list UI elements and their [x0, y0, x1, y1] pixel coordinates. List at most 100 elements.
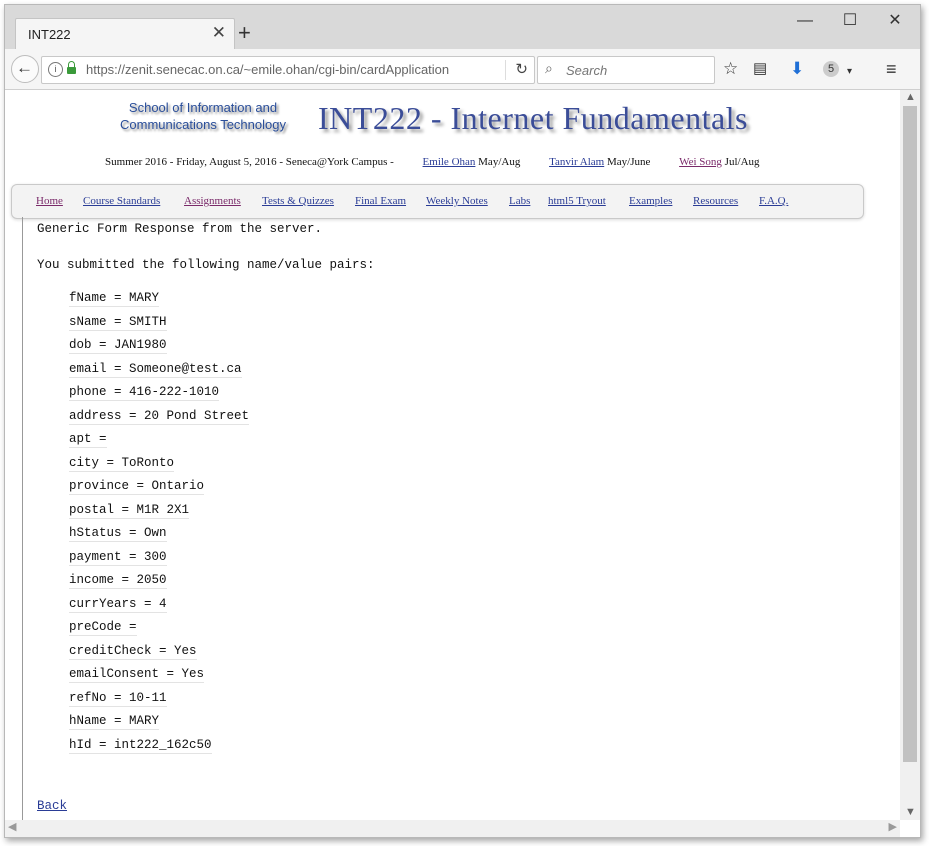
pair-refno: refNo = 10-11 [69, 690, 167, 707]
pair-postal: postal = M1R 2X1 [69, 502, 190, 519]
search-box[interactable]: ⌕ [537, 56, 715, 84]
nav-home[interactable]: Home [36, 195, 63, 207]
pair-hname: hName = MARY [69, 714, 160, 730]
address-bar[interactable]: i https://zenit.senecac.on.ca/~emile.oha… [41, 56, 535, 84]
list-item: sName = SMITH [69, 315, 249, 339]
scroll-left-icon[interactable]: ◀ [8, 820, 16, 833]
back-button[interactable]: ← [11, 55, 39, 83]
horizontal-scrollbar[interactable]: ◀ ▶ [5, 820, 900, 837]
list-item: postal = M1R 2X1 [69, 503, 249, 527]
page-content: School of Information and Communications… [5, 90, 900, 820]
pair-apt: apt = [69, 432, 107, 448]
term-line: Summer 2016 - Friday, August 5, 2016 - S… [105, 156, 760, 168]
list-item: hStatus = Own [69, 526, 249, 550]
instructor-period: Jul/Aug [724, 156, 760, 168]
name-value-list: fName = MARY sName = SMITH dob = JAN1980… [69, 291, 250, 762]
pair-fname: fName = MARY [69, 291, 160, 307]
scrollbar-thumb[interactable] [903, 106, 917, 762]
pair-emailconsent: emailConsent = Yes [69, 667, 205, 683]
instructor-link-emile-ohan[interactable]: Emile Ohan [423, 156, 476, 168]
nav-resources[interactable]: Resources [693, 195, 738, 207]
nav-faq[interactable]: F.A.Q. [759, 195, 788, 207]
nav-assignments[interactable]: Assignments [184, 195, 241, 207]
pair-income: income = 2050 [69, 573, 167, 589]
info-icon[interactable]: i [48, 62, 63, 77]
lock-icon [67, 61, 76, 74]
close-tab-icon[interactable]: ✕ [212, 24, 226, 42]
submitted-heading: You submitted the following name/value p… [37, 258, 375, 272]
list-item: phone = 416-222-1010 [69, 385, 249, 409]
search-input[interactable] [564, 60, 708, 80]
pair-curryears: currYears = 4 [69, 596, 167, 613]
back-arrow-icon: ← [16, 58, 33, 77]
nav-examples[interactable]: Examples [629, 195, 672, 207]
pair-dob: dob = JAN1980 [69, 338, 167, 354]
reload-icon[interactable]: ↻ [505, 60, 528, 80]
url-text[interactable]: https://zenit.senecac.on.ca/~emile.ohan/… [86, 62, 476, 77]
list-item: email = Someone@test.ca [69, 362, 249, 386]
tab-title: INT222 [28, 27, 71, 42]
list-item: fName = MARY [69, 291, 249, 315]
pair-hstatus: hStatus = Own [69, 526, 167, 542]
pair-precode: preCode = [69, 620, 137, 636]
browser-window: INT222 ✕ + — ☐ ✕ ← i https://zenit.senec… [4, 4, 921, 838]
nav-weekly-notes[interactable]: Weekly Notes [426, 195, 488, 207]
new-tab-icon[interactable]: + [238, 22, 251, 44]
nav-html5-tryout[interactable]: html5 Tryout [548, 195, 606, 207]
list-item: creditCheck = Yes [69, 644, 249, 668]
course-nav: Home Course Standards Assignments Tests … [11, 184, 864, 219]
scroll-right-icon[interactable]: ▶ [889, 820, 897, 833]
bookmark-star-icon[interactable]: ☆ [723, 59, 738, 79]
tab-int222[interactable]: INT222 ✕ [15, 18, 235, 50]
tab-strip: INT222 ✕ + — ☐ ✕ [5, 5, 920, 50]
vertical-scrollbar[interactable]: ▲ ▼ [900, 90, 920, 820]
instructor-link-wei-song[interactable]: Wei Song [679, 156, 722, 168]
list-item: refNo = 10-11 [69, 691, 249, 715]
list-item: payment = 300 [69, 550, 249, 574]
maximize-icon[interactable]: ☐ [835, 11, 865, 31]
nav-labs[interactable]: Labs [509, 195, 530, 207]
instructor-period: May/Aug [478, 156, 521, 168]
download-icon[interactable]: ⬇ [790, 59, 804, 79]
list-item: emailConsent = Yes [69, 667, 249, 691]
list-item: preCode = [69, 620, 249, 644]
minimize-icon[interactable]: — [790, 11, 820, 31]
nav-final-exam[interactable]: Final Exam [355, 195, 406, 207]
scroll-down-icon[interactable]: ▼ [905, 806, 916, 818]
list-item: address = 20 Pond Street [69, 408, 250, 433]
navigation-toolbar: ← i https://zenit.senecac.on.ca/~emile.o… [5, 49, 920, 90]
list-item: hName = MARY [69, 714, 249, 738]
pair-email: email = Someone@test.ca [69, 361, 242, 378]
pair-creditcheck: creditCheck = Yes [69, 643, 197, 660]
back-link[interactable]: Back [37, 799, 67, 813]
list-item: currYears = 4 [69, 597, 249, 621]
pair-hid: hId = int222_162c50 [69, 737, 212, 754]
pair-payment: payment = 300 [69, 549, 167, 566]
instructor-period: May/June [606, 156, 651, 168]
pair-address: address = 20 Pond Street [69, 408, 250, 425]
extension-icon[interactable]: 5 [823, 61, 839, 77]
school-name: School of Information and Communications… [120, 100, 286, 132]
list-item: income = 2050 [69, 573, 249, 597]
search-icon: ⌕ [545, 60, 553, 76]
pair-phone: phone = 416-222-1010 [69, 385, 220, 401]
nav-course-standards[interactable]: Course Standards [83, 195, 160, 207]
pair-province: province = Ontario [69, 479, 205, 495]
close-window-icon[interactable]: ✕ [880, 11, 910, 31]
pair-city: city = ToRonto [69, 455, 175, 472]
menu-icon[interactable]: ≡ [886, 59, 897, 79]
list-item: dob = JAN1980 [69, 338, 249, 362]
nav-tests-quizzes[interactable]: Tests & Quizzes [262, 195, 334, 207]
content-left-border [22, 217, 23, 820]
list-item: hId = int222_162c50 [69, 738, 249, 762]
term-text: Summer 2016 - Friday, August 5, 2016 - S… [105, 156, 394, 168]
course-title: INT222 - Internet Fundamentals [318, 100, 748, 136]
chevron-down-icon[interactable]: ▾ [847, 62, 852, 82]
reading-list-icon[interactable]: ▤ [753, 59, 767, 79]
scroll-up-icon[interactable]: ▲ [905, 91, 916, 103]
list-item: apt = [69, 432, 249, 456]
list-item: province = Ontario [69, 479, 249, 503]
list-item: city = ToRonto [69, 456, 249, 480]
response-heading: Generic Form Response from the server. [37, 222, 323, 236]
instructor-link-tanvir-alam[interactable]: Tanvir Alam [549, 156, 604, 168]
